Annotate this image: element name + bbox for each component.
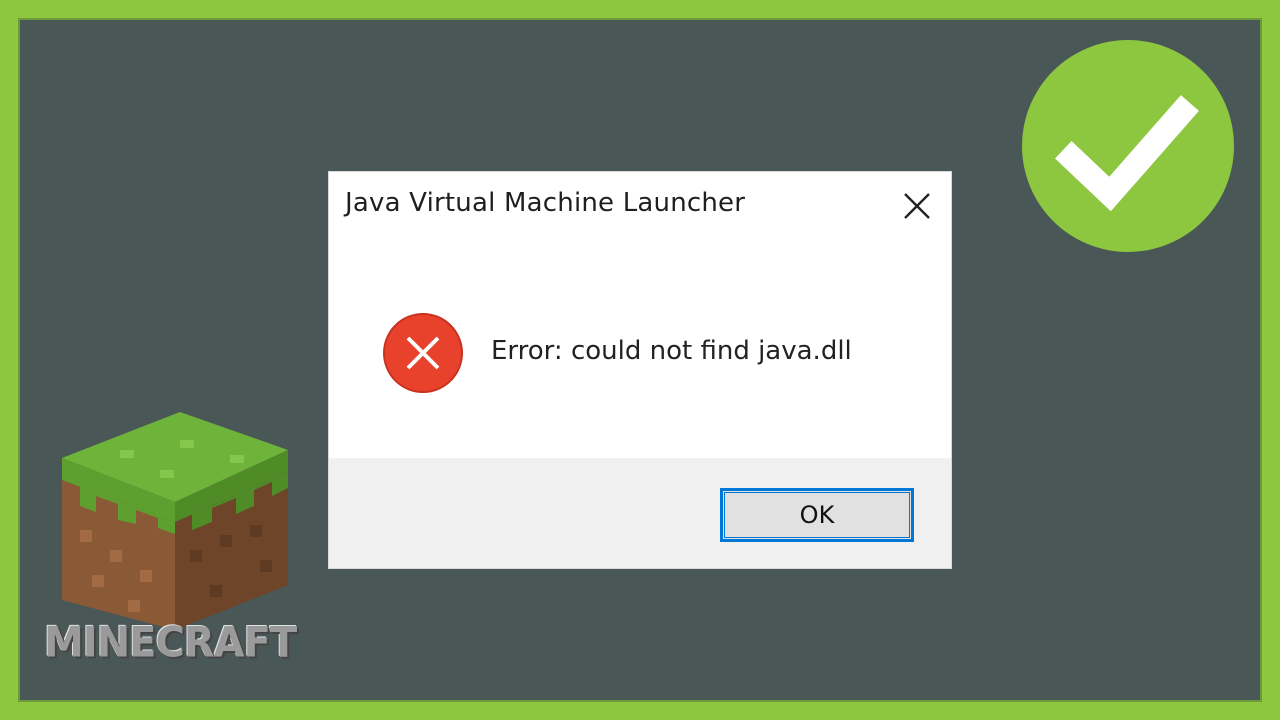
dialog-title: Java Virtual Machine Launcher	[345, 188, 746, 218]
close-icon	[904, 193, 930, 219]
checkmark-icon	[1022, 40, 1234, 252]
error-dialog: Java Virtual Machine Launcher Error: cou…	[329, 172, 951, 568]
dialog-footer: OK	[329, 458, 951, 568]
ok-button[interactable]: OK	[720, 488, 914, 542]
error-icon	[383, 313, 463, 393]
close-button[interactable]	[895, 186, 939, 226]
minecraft-wordmark: MINECRAFT	[44, 618, 297, 668]
error-message: Error: could not find java.dll	[491, 336, 852, 366]
